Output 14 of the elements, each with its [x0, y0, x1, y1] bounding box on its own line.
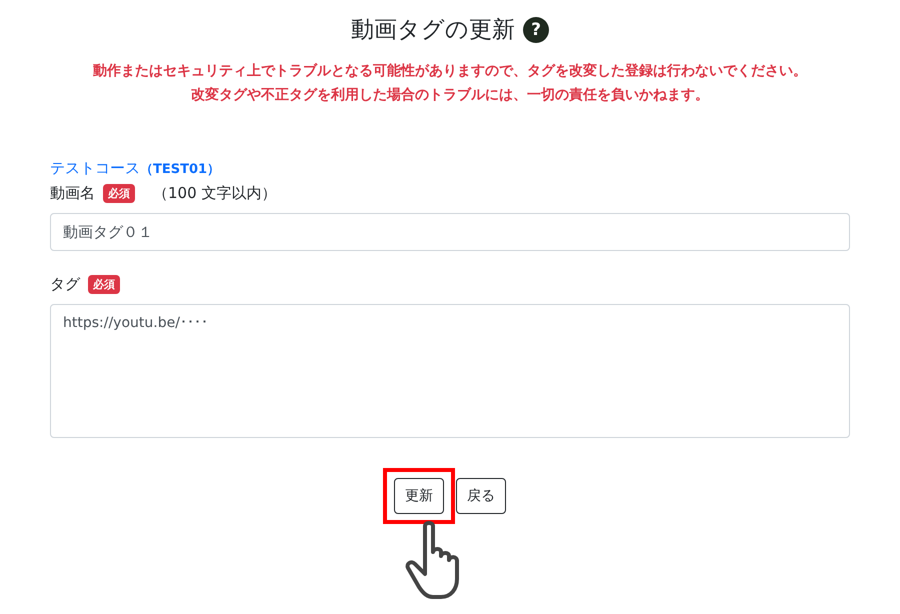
required-badge: 必須 — [88, 275, 120, 294]
warning-text: 改変タグや不正タグを利用した場合のトラブルには、一切の責任を負いかねます。 — [190, 86, 710, 105]
required-badge: 必須 — [103, 184, 135, 203]
form-button[interactable]: 戻る — [456, 478, 506, 514]
field-label: タグ — [50, 275, 80, 294]
form-button[interactable]: 更新 — [394, 478, 444, 514]
tag-field[interactable]: https://youtu.be/････ — [50, 304, 850, 438]
field-hint: （100 文字以内） — [153, 184, 276, 203]
page-title: 動画タグの更新 — [351, 16, 515, 45]
course-link[interactable]: テストコース（TEST01） — [50, 159, 220, 178]
warning-text: 動作またはセキュリティ上でトラブルとなる可能性がありますので、タグを改変した登録は行わないでください。 — [92, 62, 808, 81]
help-icon[interactable]: ? — [523, 16, 549, 42]
field-label: 動画名 — [50, 184, 95, 203]
video-name-field[interactable]: 動画タグ０１ — [50, 213, 850, 251]
